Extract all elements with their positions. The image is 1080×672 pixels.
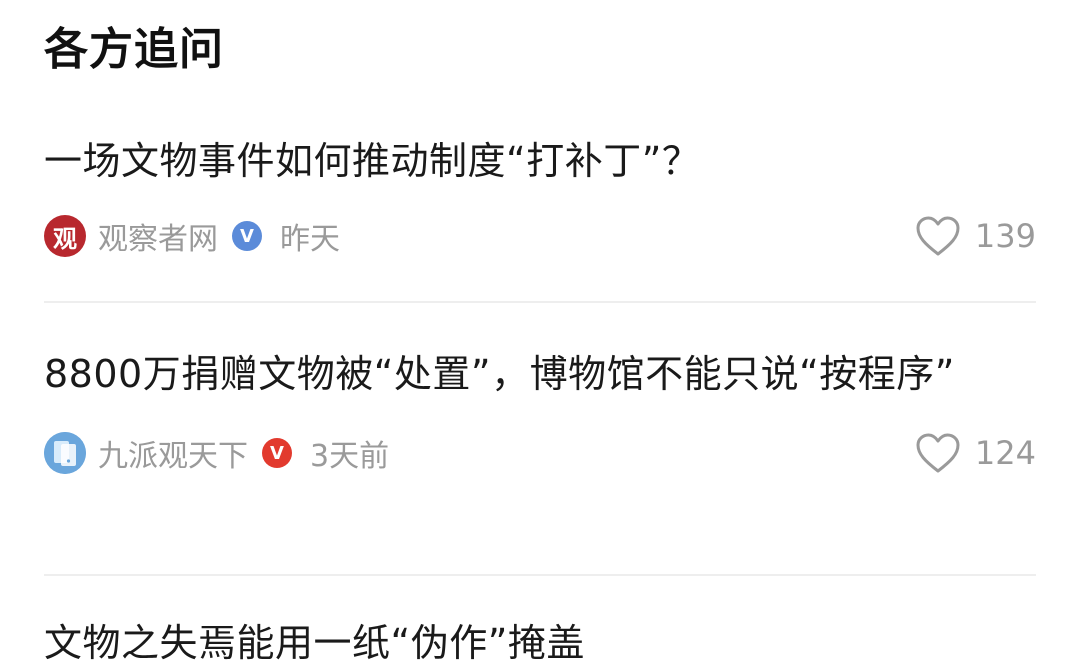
publish-time: 昨天	[280, 222, 340, 257]
phone-logo-icon	[44, 432, 86, 474]
article-item[interactable]: 一场文物事件如何推动制度“打补丁”？ 观 观察者网 V 昨天 139	[44, 132, 1036, 260]
article-title[interactable]: 一场文物事件如何推动制度“打补丁”？	[44, 132, 1036, 190]
like-count: 139	[974, 217, 1036, 255]
article-meta: 观 观察者网 V 昨天 139	[44, 212, 1036, 260]
publish-time: 3天前	[310, 439, 390, 474]
heart-icon	[916, 216, 960, 256]
section-title: 各方追问	[44, 24, 224, 75]
verified-badge-icon: V	[262, 438, 292, 468]
divider	[44, 574, 1036, 576]
article-title[interactable]: 文物之失焉能用一纸“伪作”掩盖	[44, 614, 1036, 672]
article-title[interactable]: 8800万捐赠文物被“处置”，博物馆不能只说“按程序”	[44, 345, 1036, 403]
heart-icon	[916, 433, 960, 473]
article-meta: 九派观天下 V 3天前 124	[44, 429, 1036, 477]
verified-badge-icon: V	[232, 221, 262, 251]
article-item[interactable]: 8800万捐赠文物被“处置”，博物馆不能只说“按程序” 九派观天下 V 3天前 …	[44, 345, 1036, 477]
source-avatar[interactable]	[44, 432, 86, 474]
article-item[interactable]: 文物之失焉能用一纸“伪作”掩盖	[44, 614, 1036, 672]
source-name[interactable]: 九派观天下	[98, 431, 248, 475]
like-count: 124	[974, 434, 1036, 472]
source-avatar[interactable]: 观	[44, 215, 86, 257]
like-button[interactable]: 124	[915, 429, 1036, 477]
like-button[interactable]: 139	[915, 212, 1036, 260]
source-name[interactable]: 观察者网	[98, 214, 218, 258]
avatar-initial: 观	[53, 224, 77, 253]
divider	[44, 301, 1036, 303]
